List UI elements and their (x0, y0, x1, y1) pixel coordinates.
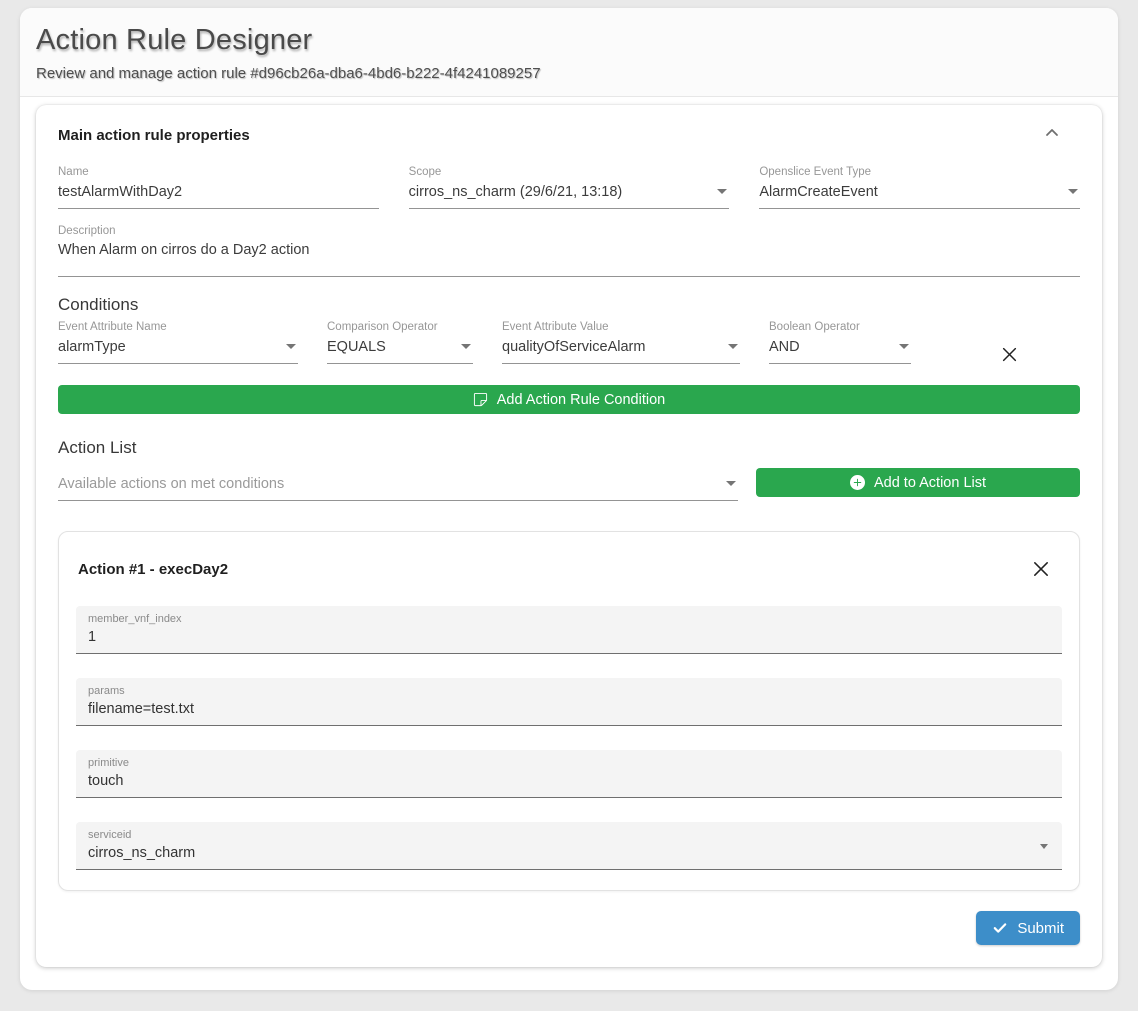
member-vnf-index-field[interactable]: member_vnf_index 1 (76, 606, 1062, 654)
event-attribute-name-select[interactable]: Event Attribute Name alarmType (58, 321, 298, 364)
caret-down-icon (728, 344, 738, 349)
scope-label: Scope (409, 166, 730, 178)
action-card: Action #1 - execDay2 member_vnf_index 1 … (58, 531, 1080, 891)
action-card-header: Action #1 - execDay2 (76, 550, 1062, 582)
name-input[interactable]: testAlarmWithDay2 (58, 183, 379, 209)
caret-down-icon (1068, 189, 1078, 194)
page-title: Action Rule Designer (36, 24, 1102, 57)
caret-down-icon (286, 344, 296, 349)
scope-select-value[interactable]: cirros_ns_charm (29/6/21, 13:18) (409, 183, 730, 209)
primitive-field[interactable]: primitive touch (76, 750, 1062, 798)
description-input[interactable]: When Alarm on cirros do a Day2 action (58, 242, 1080, 277)
add-condition-button[interactable]: Add Action Rule Condition (58, 385, 1080, 414)
check-icon (992, 920, 1008, 936)
condition-row: Event Attribute Name alarmType Compariso… (58, 321, 1080, 367)
submit-row: Submit (58, 911, 1080, 945)
page-container: Action Rule Designer Review and manage a… (20, 8, 1118, 990)
sticky-note-icon (473, 392, 488, 407)
submit-button[interactable]: Submit (976, 911, 1080, 945)
close-icon (1001, 346, 1018, 363)
available-actions-select[interactable]: Available actions on met conditions (58, 475, 738, 501)
name-label: Name (58, 166, 379, 178)
caret-down-icon (717, 189, 727, 194)
action-list-row: Available actions on met conditions Add … (58, 468, 1080, 501)
caret-down-icon (899, 344, 909, 349)
main-properties-card: Main action rule properties Name testAla… (36, 105, 1102, 967)
comparison-operator-select[interactable]: Comparison Operator EQUALS (327, 321, 473, 364)
event-type-select-value[interactable]: AlarmCreateEvent (759, 183, 1080, 209)
name-field[interactable]: Name testAlarmWithDay2 (58, 166, 379, 209)
caret-down-icon (726, 481, 736, 486)
description-field[interactable]: Description When Alarm on cirros do a Da… (58, 225, 1080, 277)
event-type-select[interactable]: Openslice Event Type AlarmCreateEvent (759, 166, 1080, 209)
caret-down-icon (1040, 844, 1048, 849)
remove-action-button[interactable] (1028, 556, 1054, 582)
event-attribute-value-select[interactable]: Event Attribute Value qualityOfServiceAl… (502, 321, 740, 364)
properties-row: Name testAlarmWithDay2 Scope cirros_ns_c… (58, 166, 1080, 209)
scope-select[interactable]: Scope cirros_ns_charm (29/6/21, 13:18) (409, 166, 730, 209)
plus-circle-icon (850, 475, 865, 490)
event-type-label: Openslice Event Type (759, 166, 1080, 178)
close-icon (1032, 560, 1050, 578)
page-header: Action Rule Designer Review and manage a… (20, 8, 1118, 97)
action-list-heading: Action List (58, 438, 1080, 458)
description-label: Description (58, 225, 1080, 237)
boolean-operator-select[interactable]: Boolean Operator AND (769, 321, 911, 364)
conditions-heading: Conditions (58, 295, 1080, 315)
main-properties-title: Main action rule properties (58, 127, 1080, 144)
description-row: Description When Alarm on cirros do a Da… (58, 225, 1080, 277)
serviceid-select[interactable]: serviceid cirros_ns_charm (76, 822, 1062, 870)
page-subtitle: Review and manage action rule #d96cb26a-… (36, 65, 1102, 82)
caret-down-icon (461, 344, 471, 349)
chevron-up-icon[interactable] (1040, 121, 1064, 145)
add-to-action-list-button[interactable]: Add to Action List (756, 468, 1080, 497)
action-card-title: Action #1 - execDay2 (78, 561, 228, 578)
params-field[interactable]: params filename=test.txt (76, 678, 1062, 726)
remove-condition-button[interactable] (996, 341, 1022, 367)
